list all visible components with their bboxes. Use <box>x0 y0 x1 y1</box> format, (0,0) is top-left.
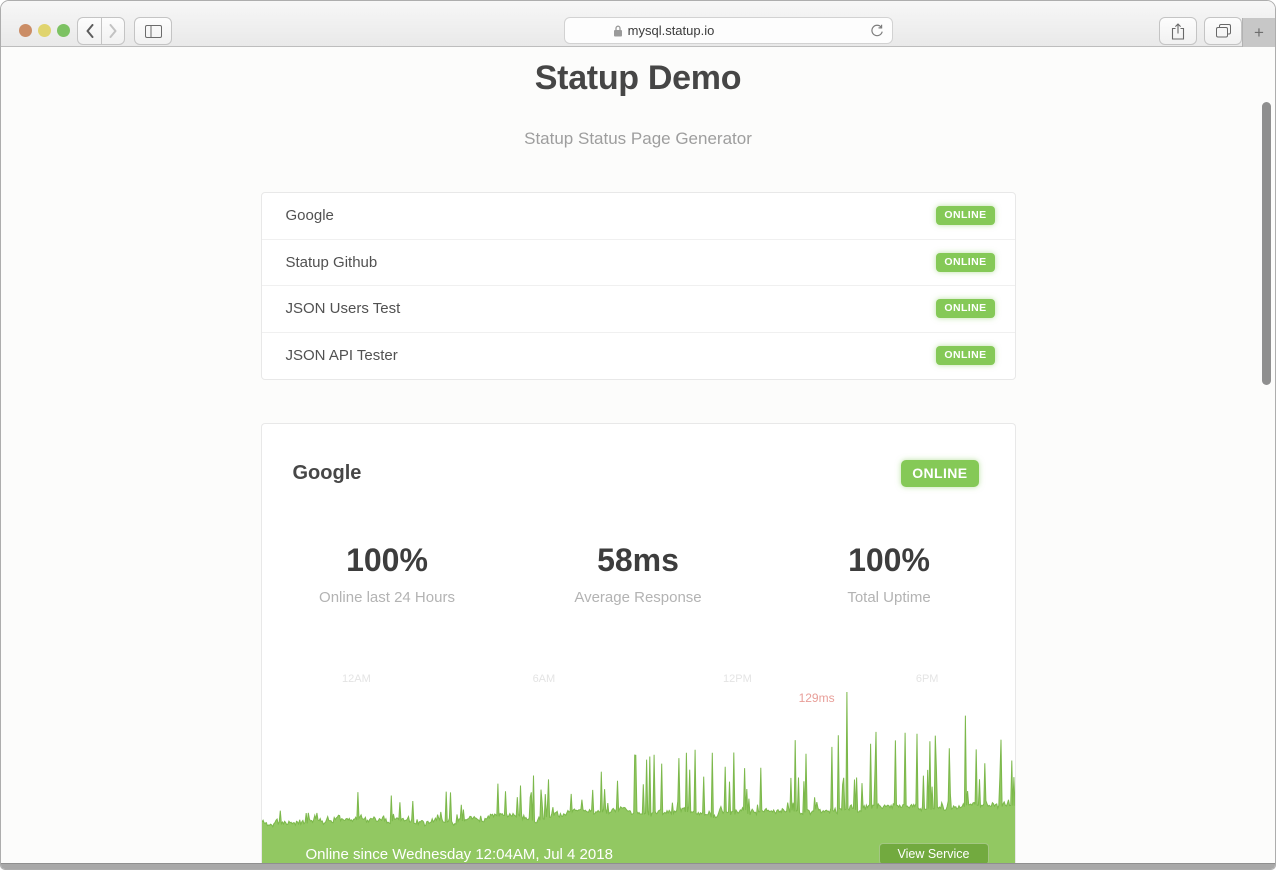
tab-overview-button[interactable] <box>1204 17 1242 45</box>
chevron-left-icon <box>86 24 94 38</box>
page-content: Statup Demo Statup Status Page Generator… <box>1 47 1275 870</box>
stat-value: 100% <box>764 542 1015 579</box>
address-bar[interactable]: mysql.statup.io <box>564 17 893 44</box>
chart-area-series <box>262 655 1015 839</box>
browser-window: mysql.statup.io + Statup Demo Statup Sta… <box>0 0 1276 870</box>
service-row[interactable]: JSON API Tester ONLINE <box>262 333 1015 380</box>
scrollbar-thumb[interactable] <box>1262 102 1271 385</box>
service-row[interactable]: JSON Users Test ONLINE <box>262 286 1015 333</box>
stat-value: 100% <box>262 542 513 579</box>
service-status-badge: ONLINE <box>901 460 978 487</box>
sidebar-icon <box>145 25 162 38</box>
nav-buttons <box>77 17 125 45</box>
chevron-right-icon <box>109 24 117 38</box>
page-subtitle: Statup Status Page Generator <box>1 129 1275 149</box>
address-bar-content: mysql.statup.io <box>613 23 715 38</box>
share-button[interactable] <box>1159 17 1197 45</box>
stat-label: Online last 24 Hours <box>262 589 513 606</box>
service-row[interactable]: Statup Github ONLINE <box>262 240 1015 287</box>
minimize-window-button[interactable] <box>38 24 51 37</box>
stat-block: 100% Online last 24 Hours <box>262 542 513 606</box>
service-name: JSON API Tester <box>286 347 398 364</box>
status-badge: ONLINE <box>936 206 994 225</box>
status-badge: ONLINE <box>936 346 994 365</box>
stat-label: Average Response <box>513 589 764 606</box>
lock-icon <box>613 25 623 37</box>
page-title: Statup Demo <box>1 47 1275 98</box>
new-tab-button[interactable]: + <box>1242 18 1275 47</box>
back-button[interactable] <box>77 17 101 45</box>
service-row[interactable]: Google ONLINE <box>262 193 1015 240</box>
close-window-button[interactable] <box>19 24 32 37</box>
status-badge: ONLINE <box>936 299 994 318</box>
stat-block: 58ms Average Response <box>513 542 764 606</box>
stat-block: 100% Total Uptime <box>764 542 1015 606</box>
share-icon <box>1171 23 1185 40</box>
plus-icon: + <box>1254 24 1264 41</box>
reload-button[interactable] <box>869 24 885 40</box>
stat-label: Total Uptime <box>764 589 1015 606</box>
service-detail-header: Google ONLINE <box>262 424 1015 487</box>
url-text: mysql.statup.io <box>628 23 715 38</box>
service-name: Google <box>286 207 334 224</box>
status-badge: ONLINE <box>936 253 994 272</box>
window-bottom-edge <box>1 863 1275 869</box>
service-name: JSON Users Test <box>286 300 401 317</box>
browser-toolbar: mysql.statup.io + <box>1 1 1275 47</box>
service-detail-card: Google ONLINE 100% Online last 24 Hours58… <box>261 423 1016 870</box>
zoom-window-button[interactable] <box>57 24 70 37</box>
response-time-chart: 12AM6AM12PM6PM 129ms <box>262 655 1015 839</box>
stat-value: 58ms <box>513 542 764 579</box>
reload-icon <box>870 24 884 38</box>
service-name: Statup Github <box>286 254 378 271</box>
tabs-icon <box>1216 24 1231 38</box>
service-stats: 100% Online last 24 Hours58ms Average Resp… <box>262 542 1015 606</box>
sidebar-toggle-button[interactable] <box>134 17 172 45</box>
forward-button[interactable] <box>101 17 125 45</box>
service-detail-title: Google <box>293 462 362 485</box>
online-since-text: Online since Wednesday 12:04AM, Jul 4 20… <box>306 846 613 863</box>
view-service-button[interactable]: View Service <box>879 843 989 865</box>
services-list: GoogleONLINEStatup GithubONLINEJSON User… <box>261 192 1016 380</box>
